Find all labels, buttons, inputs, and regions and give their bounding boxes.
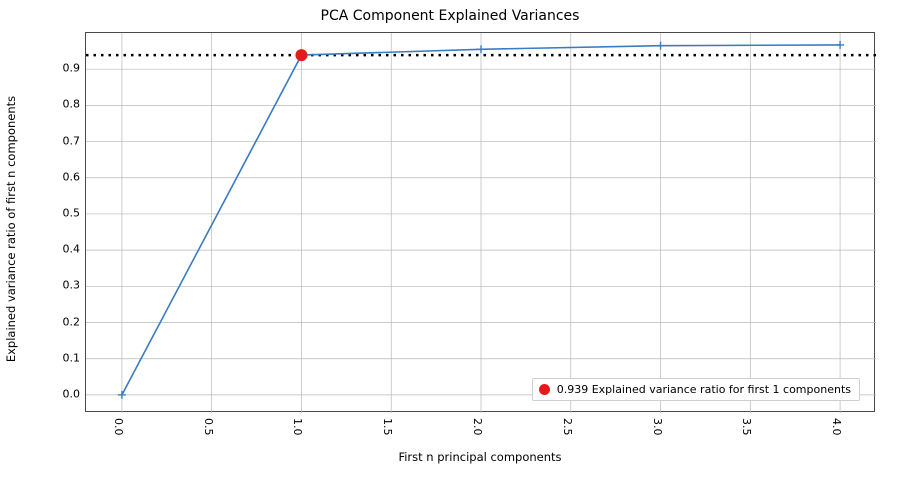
ytick-label: 0.6 — [52, 170, 80, 183]
legend-marker-icon — [539, 384, 550, 395]
ytick-label: 0.2 — [52, 315, 80, 328]
xtick-label: 4.0 — [830, 418, 843, 436]
xtick-label: 1.5 — [381, 418, 394, 436]
ytick-label: 0.9 — [52, 62, 80, 75]
xtick-label: 0.0 — [112, 418, 125, 436]
xtick-label: 3.5 — [740, 418, 753, 436]
x-axis-label: First n principal components — [85, 450, 875, 464]
ytick-label: 0.0 — [52, 387, 80, 400]
ytick-label: 0.8 — [52, 98, 80, 111]
xtick-label: 3.0 — [651, 418, 664, 436]
legend-text: 0.939 Explained variance ratio for first… — [557, 383, 851, 396]
line-layer — [86, 33, 874, 411]
ytick-label: 0.5 — [52, 206, 80, 219]
y-axis-label: Explained variance ratio of first n comp… — [4, 39, 18, 419]
xtick-label: 0.5 — [202, 418, 215, 436]
ytick-label: 0.7 — [52, 134, 80, 147]
ytick-label: 0.1 — [52, 351, 80, 364]
chart-title: PCA Component Explained Variances — [0, 8, 900, 24]
xtick-label: 2.5 — [561, 418, 574, 436]
ytick-label: 0.3 — [52, 279, 80, 292]
plot-area: 0.939 Explained variance ratio for first… — [85, 32, 875, 412]
xtick-label: 1.0 — [291, 418, 304, 436]
highlight-marker — [295, 49, 307, 61]
chart-container: PCA Component Explained Variances 0.939 … — [0, 0, 900, 500]
xtick-label: 2.0 — [471, 418, 484, 436]
legend: 0.939 Explained variance ratio for first… — [532, 378, 860, 401]
ytick-label: 0.4 — [52, 243, 80, 256]
